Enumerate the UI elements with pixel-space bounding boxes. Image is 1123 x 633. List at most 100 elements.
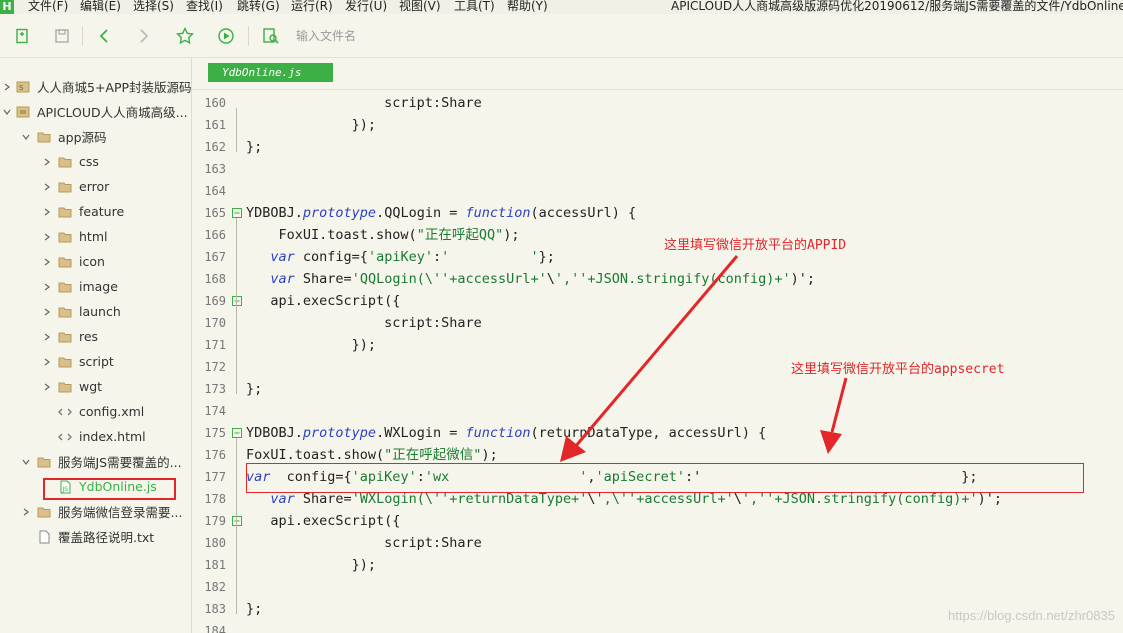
tree-item-label: APICLOUD人人商城高级... (37, 105, 188, 120)
menu-edit[interactable]: 编辑(E) (80, 0, 121, 13)
chevron-down-icon[interactable] (21, 457, 31, 467)
tree-item-label: 服务端微信登录需要... (58, 505, 183, 520)
code-line[interactable]: 171 }); (192, 334, 1123, 356)
tree-item-folder-wgt[interactable]: wgt (0, 374, 191, 399)
line-number: 175 (204, 426, 226, 440)
tree-item-folder-launch[interactable]: launch (0, 299, 191, 324)
tree-item-label: html (79, 229, 108, 244)
folder-icon (58, 280, 72, 294)
tree-item-label: wgt (79, 379, 103, 394)
code-line[interactable]: 175 YDBOBJ.prototype.WXLogin = function(r… (192, 422, 1123, 444)
code-line[interactable]: 165 YDBOBJ.prototype.QQLogin = function(a… (192, 202, 1123, 224)
tree-item-file-index-html[interactable]: index.html (0, 424, 191, 449)
code-line[interactable]: 167 var config={'apiKey':' '}; (192, 246, 1123, 268)
code-line[interactable]: 180 script:Share (192, 532, 1123, 554)
fold-toggle-icon[interactable] (232, 428, 242, 438)
line-number: 174 (204, 404, 226, 418)
line-number: 166 (204, 228, 226, 242)
code-line[interactable]: 166 FoxUI.toast.show("正在呼起QQ"); (192, 224, 1123, 246)
menu-goto[interactable]: 跳转(G) (237, 0, 280, 13)
file-search-input[interactable] (296, 24, 496, 48)
folder-icon (58, 305, 72, 319)
svg-text:S: S (19, 84, 24, 92)
code-text: }; (246, 139, 263, 155)
tree-item-file-config-xml[interactable]: config.xml (0, 399, 191, 424)
back-icon[interactable] (94, 26, 114, 46)
tree-item-folder-server-js[interactable]: 服务端JS需要覆盖的... (0, 449, 191, 474)
tree-item-folder-feature[interactable]: feature (0, 199, 191, 224)
chevron-right-icon[interactable] (42, 182, 52, 192)
code-line[interactable]: 163 (192, 158, 1123, 180)
chevron-right-icon[interactable] (42, 282, 52, 292)
tree-item-folder-html[interactable]: html (0, 224, 191, 249)
chevron-right-icon[interactable] (42, 307, 52, 317)
line-number: 179 (204, 514, 226, 528)
code-line[interactable]: 164 (192, 180, 1123, 202)
chevron-right-icon[interactable] (42, 232, 52, 242)
run-icon[interactable] (216, 26, 236, 46)
code-line[interactable]: 182 (192, 576, 1123, 598)
menu-run[interactable]: 运行(R) (291, 0, 333, 13)
chevron-right-icon[interactable] (42, 357, 52, 367)
chevron-right-icon[interactable] (42, 382, 52, 392)
code-line[interactable]: 162}; (192, 136, 1123, 158)
chevron-right-icon[interactable] (42, 257, 52, 267)
code-line[interactable]: 161 }); (192, 114, 1123, 136)
line-number: 164 (204, 184, 226, 198)
tree-item-folder-error[interactable]: error (0, 174, 191, 199)
toolbar (0, 14, 1123, 58)
code-line[interactable]: 168 var Share='QQLogin(\''+accessUrl+'\'… (192, 268, 1123, 290)
tree-item-folder-css[interactable]: css (0, 149, 191, 174)
chevron-right-icon[interactable] (42, 332, 52, 342)
folder-icon (37, 455, 51, 469)
code-text: }; (246, 381, 263, 397)
menu-find[interactable]: 查找(I) (186, 0, 223, 13)
line-number: 160 (204, 96, 226, 110)
code-line[interactable]: 170 script:Share (192, 312, 1123, 334)
toolbar-separator (248, 26, 249, 46)
menu-file[interactable]: 文件(F) (28, 0, 68, 13)
tree-item-folder-res[interactable]: res (0, 324, 191, 349)
code-text: var config={'apiKey':' '}; (270, 249, 555, 265)
chevron-down-icon[interactable] (2, 107, 12, 117)
line-number: 165 (204, 206, 226, 220)
folder-icon (58, 155, 72, 169)
menu-help[interactable]: 帮助(Y) (507, 0, 548, 13)
tree-item-file-readme-txt[interactable]: 覆盖路径说明.txt (0, 524, 191, 549)
tab-ydbonline-js[interactable]: YdbOnline.js (208, 63, 333, 82)
chevron-right-icon[interactable] (2, 82, 12, 92)
tree-item-folder-icon[interactable]: icon (0, 249, 191, 274)
code-line[interactable]: 174 (192, 400, 1123, 422)
tree-item-folder-app[interactable]: app源码 (0, 124, 191, 149)
config-line-highlight (246, 463, 1084, 493)
code-line[interactable]: 181 }); (192, 554, 1123, 576)
menu-select[interactable]: 选择(S) (133, 0, 174, 13)
chevron-right-icon[interactable] (42, 207, 52, 217)
fold-toggle-icon[interactable] (232, 208, 242, 218)
code-line[interactable]: 179 api.execScript({ (192, 510, 1123, 532)
favorite-icon[interactable] (175, 26, 195, 46)
code-line[interactable]: 160 script:Share (192, 92, 1123, 114)
tree-item-label: error (79, 179, 110, 194)
tree-item-project-5plus[interactable]: S 人人商城5+APP封装版源码 (0, 74, 191, 99)
chevron-down-icon[interactable] (21, 132, 31, 142)
menu-view[interactable]: 视图(V) (399, 0, 441, 13)
chevron-right-icon[interactable] (42, 157, 52, 167)
fold-toggle-icon[interactable] (232, 296, 242, 306)
code-line[interactable]: 173}; (192, 378, 1123, 400)
code-line[interactable]: 169 api.execScript({ (192, 290, 1123, 312)
tree-item-folder-server-wechat[interactable]: 服务端微信登录需要... (0, 499, 191, 524)
preview-icon[interactable] (261, 26, 281, 46)
forward-icon[interactable] (134, 26, 154, 46)
menu-publish[interactable]: 发行(U) (345, 0, 387, 13)
new-file-icon[interactable] (12, 26, 32, 46)
menu-tools[interactable]: 工具(T) (454, 0, 495, 13)
save-icon[interactable] (52, 26, 72, 46)
chevron-right-icon[interactable] (21, 507, 31, 517)
tree-item-folder-image[interactable]: image (0, 274, 191, 299)
code-text: }); (246, 117, 377, 133)
tree-item-folder-script[interactable]: script (0, 349, 191, 374)
tree-item-project-apicloud[interactable]: APICLOUD人人商城高级... (0, 99, 191, 124)
fold-toggle-icon[interactable] (232, 516, 242, 526)
line-number: 172 (204, 360, 226, 374)
